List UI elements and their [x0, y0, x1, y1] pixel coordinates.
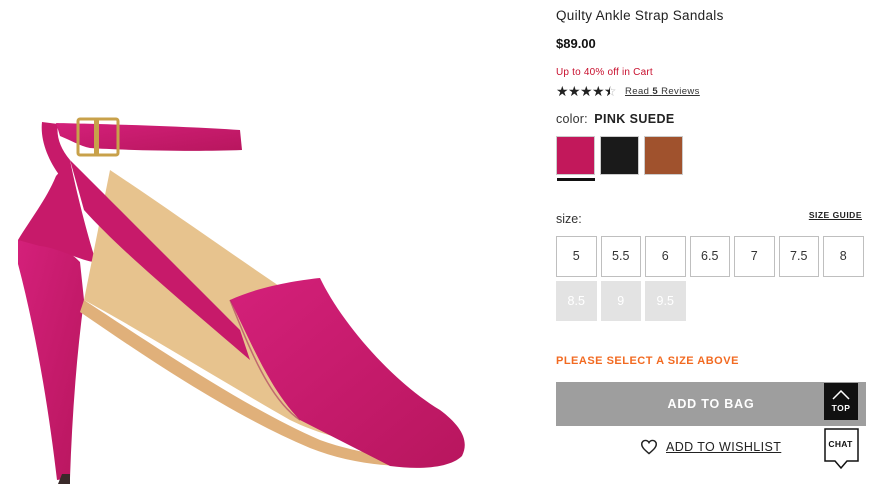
promo-text: Up to 40% off in Cart — [556, 67, 653, 78]
size-option[interactable]: 6 — [645, 236, 686, 277]
size-guide-link[interactable]: SIZE GUIDE — [809, 210, 862, 220]
size-option-unavailable: 8.5 — [556, 280, 597, 321]
reviews-prefix: Read — [625, 85, 650, 97]
chevron-up-icon — [832, 390, 850, 400]
reviews-count: 5 — [652, 85, 659, 97]
sandal-illustration — [18, 117, 465, 484]
add-to-wishlist-button[interactable]: ADD TO WISHLIST — [640, 439, 781, 455]
star-rating: ★ ★ ★ ★ ☆★ — [556, 83, 617, 99]
back-to-top-button[interactable]: TOP — [824, 383, 858, 420]
swatch-pink-suede[interactable] — [556, 136, 595, 181]
read-reviews-link[interactable]: Read 5 Reviews — [625, 86, 700, 97]
size-option[interactable]: 5.5 — [600, 236, 641, 277]
size-warning: PLEASE SELECT A SIZE ABOVE — [556, 355, 739, 367]
swatch-black-suede[interactable] — [600, 136, 639, 175]
star-icon: ★ — [580, 83, 593, 99]
color-swatches — [556, 136, 688, 181]
color-label: color: — [556, 112, 588, 126]
half-star-icon: ☆★ — [604, 83, 617, 99]
product-price: $89.00 — [556, 36, 596, 51]
rating-row: ★ ★ ★ ★ ☆★ Read 5 Reviews — [556, 84, 700, 98]
size-label: size: — [556, 212, 582, 226]
reviews-suffix: Reviews — [661, 85, 700, 97]
size-option-unavailable: 9 — [600, 280, 641, 321]
product-title: Quilty Ankle Strap Sandals — [556, 8, 724, 23]
size-option[interactable]: 7 — [734, 236, 775, 277]
color-selected-row: color: PINK SUEDE — [556, 112, 675, 126]
size-option[interactable]: 5 — [556, 236, 597, 277]
chat-button[interactable]: CHAT — [823, 427, 860, 470]
star-icon: ★ — [592, 83, 605, 99]
add-to-bag-button[interactable]: ADD TO BAG — [556, 382, 866, 426]
heart-icon — [640, 439, 658, 455]
product-details: Quilty Ankle Strap Sandals $89.00 Up to … — [556, 0, 866, 495]
star-icon: ★ — [568, 83, 581, 99]
top-label: TOP — [831, 403, 851, 413]
size-option[interactable]: 7.5 — [778, 236, 819, 277]
wishlist-label: ADD TO WISHLIST — [666, 440, 782, 454]
swatch-brown-suede[interactable] — [644, 136, 683, 175]
size-grid: 5 5.5 6 6.5 7 7.5 8 8.5 9 9.5 — [556, 236, 866, 321]
size-option[interactable]: 6.5 — [689, 236, 730, 277]
chat-label: CHAT — [828, 439, 853, 449]
product-image[interactable] — [0, 0, 540, 495]
size-option[interactable]: 8 — [823, 236, 864, 277]
size-option-unavailable: 9.5 — [645, 280, 686, 321]
star-icon: ★ — [556, 83, 569, 99]
color-value: PINK SUEDE — [594, 112, 675, 126]
